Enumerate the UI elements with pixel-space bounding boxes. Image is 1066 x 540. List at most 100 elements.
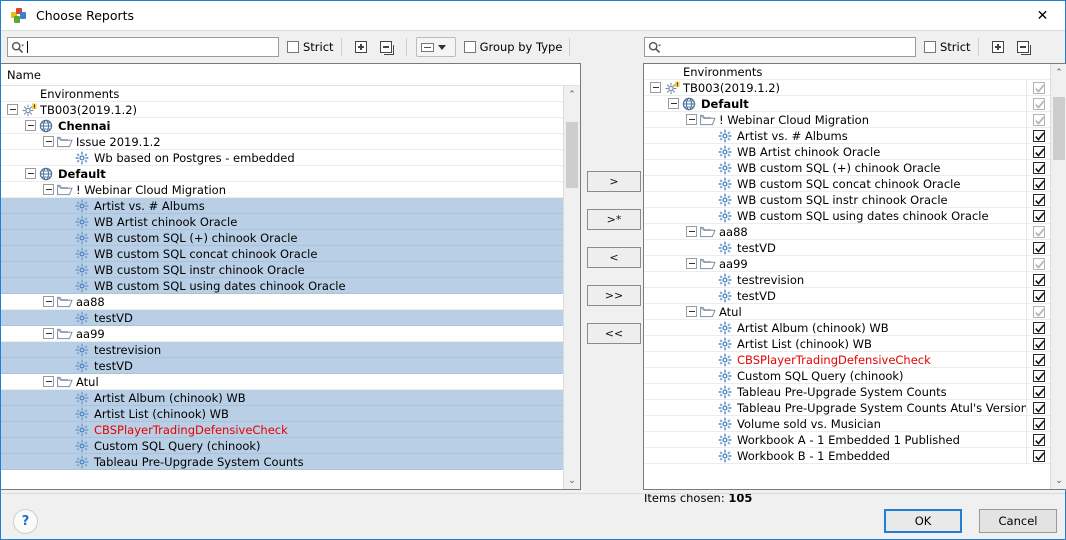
row-checkbox[interactable] bbox=[1026, 416, 1050, 431]
available-reports-tree[interactable]: Environments TB003(2019.1.2) Chennai Issue … bbox=[1, 86, 563, 489]
tree-row[interactable]: testrevision bbox=[1, 342, 563, 358]
row-checkbox[interactable] bbox=[1026, 448, 1050, 463]
row-checkbox[interactable] bbox=[1026, 400, 1050, 415]
row-checkbox[interactable] bbox=[1026, 320, 1050, 335]
tree-row[interactable]: WB custom SQL (+) chinook Oracle bbox=[1, 230, 563, 246]
tree-row[interactable]: Default bbox=[644, 96, 1050, 112]
tree-row[interactable]: aa88 bbox=[644, 224, 1050, 240]
row-checkbox[interactable] bbox=[1026, 208, 1050, 223]
collapse-toggle-icon[interactable] bbox=[43, 328, 54, 339]
tree-row[interactable]: testrevision bbox=[644, 272, 1050, 288]
row-checkbox[interactable] bbox=[1026, 336, 1050, 351]
move-right-button[interactable]: > bbox=[587, 171, 641, 192]
move-left-button[interactable]: < bbox=[587, 247, 641, 268]
row-checkbox[interactable] bbox=[1026, 128, 1050, 143]
chosen-reports-tree[interactable]: Environments TB003(2019.1.2) Default! Webi… bbox=[644, 64, 1050, 489]
row-checkbox[interactable] bbox=[1026, 144, 1050, 159]
tree-row[interactable]: WB Artist chinook Oracle bbox=[644, 144, 1050, 160]
tree-row[interactable]: aa99 bbox=[1, 326, 563, 342]
collapse-toggle-icon[interactable] bbox=[686, 258, 697, 269]
tree-row[interactable]: testVD bbox=[644, 240, 1050, 256]
tree-row[interactable]: Tableau Pre-Upgrade System Counts bbox=[1, 454, 563, 470]
scroll-down-icon[interactable]: ⌄ bbox=[1051, 472, 1066, 489]
tree-row[interactable]: CBSPlayerTradingDefensiveCheck bbox=[644, 352, 1050, 368]
tree-row[interactable]: Wb based on Postgres - embedded bbox=[1, 150, 563, 166]
expand-all-icon[interactable] bbox=[353, 39, 370, 56]
collapse-toggle-icon[interactable] bbox=[43, 296, 54, 307]
tree-row[interactable]: testVD bbox=[1, 310, 563, 326]
ok-button[interactable]: OK bbox=[884, 509, 962, 533]
collapse-toggle-icon[interactable] bbox=[650, 82, 661, 93]
scroll-down-icon[interactable]: ⌄ bbox=[564, 472, 580, 489]
tree-row[interactable]: Atul bbox=[1, 374, 563, 390]
tree-row[interactable]: Environments bbox=[644, 64, 1050, 80]
tree-row[interactable]: Artist List (chinook) WB bbox=[1, 406, 563, 422]
right-search-input[interactable] bbox=[663, 39, 915, 55]
scroll-up-icon[interactable]: ⌃ bbox=[564, 86, 580, 103]
collapse-all-icon[interactable] bbox=[378, 39, 395, 56]
row-checkbox[interactable] bbox=[1026, 240, 1050, 255]
tree-row[interactable]: WB custom SQL (+) chinook Oracle bbox=[644, 160, 1050, 176]
tree-row[interactable]: CBSPlayerTradingDefensiveCheck bbox=[1, 422, 563, 438]
tree-row[interactable]: Artist List (chinook) WB bbox=[644, 336, 1050, 352]
row-checkbox[interactable] bbox=[1026, 192, 1050, 207]
left-scrollbar[interactable]: ⌃ ⌄ bbox=[563, 86, 580, 489]
left-strict-checkbox[interactable]: Strict bbox=[287, 40, 334, 54]
collapse-toggle-icon[interactable] bbox=[43, 184, 54, 195]
collapse-toggle-icon[interactable] bbox=[668, 98, 679, 109]
close-icon[interactable]: ✕ bbox=[1020, 1, 1065, 30]
tree-row[interactable]: WB custom SQL instr chinook Oracle bbox=[644, 192, 1050, 208]
left-search-box[interactable] bbox=[7, 37, 279, 57]
cancel-button[interactable]: Cancel bbox=[979, 509, 1057, 533]
collapse-toggle-icon[interactable] bbox=[686, 306, 697, 317]
tree-row[interactable]: WB custom SQL concat chinook Oracle bbox=[1, 246, 563, 262]
row-checkbox[interactable] bbox=[1026, 304, 1050, 319]
row-checkbox[interactable] bbox=[1026, 112, 1050, 127]
scroll-up-icon[interactable]: ⌃ bbox=[1051, 64, 1066, 81]
tree-row[interactable]: Artist Album (chinook) WB bbox=[1, 390, 563, 406]
collapse-all-icon[interactable] bbox=[1015, 39, 1032, 56]
collapse-toggle-icon[interactable] bbox=[43, 376, 54, 387]
collapse-toggle-icon[interactable] bbox=[25, 120, 36, 131]
row-checkbox[interactable] bbox=[1026, 368, 1050, 383]
row-checkbox[interactable] bbox=[1026, 352, 1050, 367]
tree-row[interactable]: Tableau Pre-Upgrade System Counts Atul's… bbox=[644, 400, 1050, 416]
tree-row[interactable]: Volume sold vs. Musician bbox=[644, 416, 1050, 432]
move-all-right-button[interactable]: >> bbox=[587, 285, 641, 306]
tree-row[interactable]: testVD bbox=[644, 288, 1050, 304]
row-checkbox[interactable] bbox=[1026, 384, 1050, 399]
tree-row[interactable]: TB003(2019.1.2) bbox=[644, 80, 1050, 96]
collapse-toggle-icon[interactable] bbox=[43, 136, 54, 147]
tree-row[interactable]: aa99 bbox=[644, 256, 1050, 272]
tree-row[interactable]: testVD bbox=[1, 358, 563, 374]
tree-row[interactable]: Tableau Pre-Upgrade System Counts bbox=[644, 384, 1050, 400]
tree-row[interactable]: Custom SQL Query (chinook) bbox=[1, 438, 563, 454]
tree-row[interactable]: Default bbox=[1, 166, 563, 182]
row-checkbox[interactable] bbox=[1026, 176, 1050, 191]
tree-row[interactable]: TB003(2019.1.2) bbox=[1, 102, 563, 118]
tree-row[interactable]: Environments bbox=[1, 86, 563, 102]
move-right-recursive-button[interactable]: >* bbox=[587, 209, 641, 230]
collapse-toggle-icon[interactable] bbox=[686, 114, 697, 125]
collapse-toggle-icon[interactable] bbox=[7, 104, 18, 115]
scrollbar-thumb[interactable] bbox=[566, 121, 578, 189]
row-checkbox[interactable] bbox=[1026, 272, 1050, 287]
tree-row[interactable]: Artist vs. # Albums bbox=[1, 198, 563, 214]
row-checkbox[interactable] bbox=[1026, 288, 1050, 303]
collapse-toggle-icon[interactable] bbox=[25, 168, 36, 179]
tree-row[interactable]: ! Webinar Cloud Migration bbox=[644, 112, 1050, 128]
help-button[interactable]: ? bbox=[13, 509, 38, 534]
row-checkbox[interactable] bbox=[1026, 80, 1050, 95]
row-checkbox[interactable] bbox=[1026, 160, 1050, 175]
tree-row[interactable]: Artist vs. # Albums bbox=[644, 128, 1050, 144]
tree-row[interactable]: Workbook B - 1 Embedded bbox=[644, 448, 1050, 464]
group-level-dropdown[interactable] bbox=[415, 37, 456, 57]
move-all-left-button[interactable]: << bbox=[587, 323, 641, 344]
tree-row[interactable]: Issue 2019.1.2 bbox=[1, 134, 563, 150]
right-search-box[interactable] bbox=[644, 37, 916, 57]
tree-row[interactable]: WB custom SQL using dates chinook Oracle bbox=[1, 278, 563, 294]
tree-row[interactable]: Custom SQL Query (chinook) bbox=[644, 368, 1050, 384]
row-checkbox[interactable] bbox=[1026, 256, 1050, 271]
tree-row[interactable]: WB custom SQL using dates chinook Oracle bbox=[644, 208, 1050, 224]
row-checkbox[interactable] bbox=[1026, 96, 1050, 111]
